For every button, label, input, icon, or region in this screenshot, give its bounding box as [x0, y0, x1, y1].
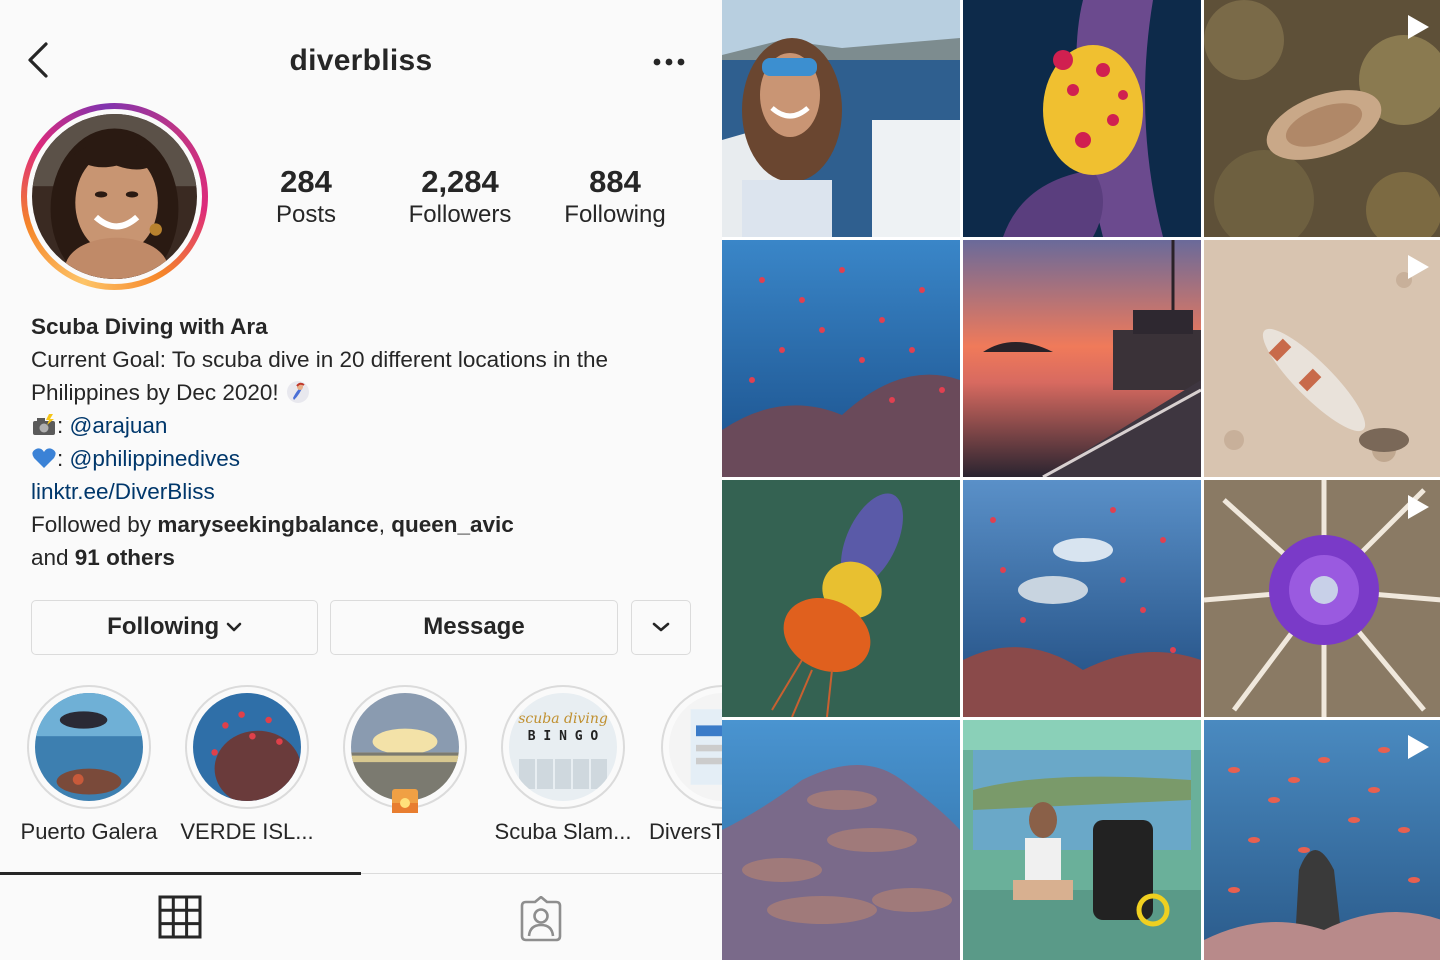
more-options-button[interactable] — [648, 52, 692, 72]
followed-by-comma: , — [378, 512, 392, 537]
bingo-script-text: scuba diving — [518, 711, 608, 727]
highlight-item[interactable]: Puerto Galera — [9, 685, 169, 847]
highlight-label: Scuba Slam... — [494, 819, 632, 844]
tab-posts-grid[interactable] — [0, 872, 361, 959]
more-horizontal-icon — [653, 58, 685, 66]
post-thumbnail[interactable] — [722, 480, 960, 717]
profile-panel: diverbliss 284 Posts 2,284 Followers 884… — [0, 0, 722, 960]
posts-value: 284 — [280, 164, 332, 199]
post-thumbnail[interactable] — [1204, 0, 1440, 237]
post-thumbnail[interactable] — [963, 720, 1201, 960]
blue-heart-emoji-icon — [32, 448, 56, 468]
posts-label: Posts — [275, 201, 337, 228]
grid-icon — [158, 895, 202, 939]
bingo-word-text: B I N G O — [527, 729, 599, 744]
highlight-cover — [351, 693, 459, 801]
post-thumbnail[interactable] — [963, 0, 1201, 237]
posts-count[interactable]: 284 Posts — [246, 164, 366, 230]
highlight-cover: scuba diving B I N G O — [509, 693, 617, 801]
bio-link[interactable]: linktr.ee/DiverBliss — [31, 479, 215, 504]
followed-by-others[interactable]: and 91 others — [31, 541, 691, 574]
tagged-user-icon — [520, 896, 562, 942]
message-button-label: Message — [423, 613, 525, 640]
top-bar: diverbliss — [0, 0, 722, 120]
followers-label: Followers — [408, 201, 512, 228]
bio-separator: : — [57, 413, 70, 438]
highlight-item[interactable]: scuba diving B I N G O Scuba Slam... — [483, 685, 643, 847]
mermaid-emoji-icon — [286, 381, 309, 403]
highlight-cover — [35, 693, 143, 801]
video-play-icon — [1408, 15, 1429, 39]
posts-grid — [722, 0, 1440, 960]
highlight-item[interactable] — [325, 685, 485, 813]
display-name: Scuba Diving with Ara — [31, 314, 268, 339]
highlight-label: VERDE ISL... — [180, 819, 314, 844]
highlight-item[interactable]: VERDE ISL... — [167, 685, 327, 847]
profile-username: diverbliss — [289, 44, 433, 77]
highlight-cover — [193, 693, 301, 801]
highlight-cover — [669, 693, 722, 801]
post-thumbnail[interactable] — [722, 0, 960, 237]
profile-bio: Scuba Diving with Ara Current Goal: To s… — [31, 310, 691, 574]
followed-by-user: queen_avic — [391, 512, 514, 537]
followed-by-others-count: 91 others — [74, 545, 175, 570]
followers-count[interactable]: 2,284 Followers — [390, 164, 530, 230]
post-thumbnail[interactable] — [722, 720, 960, 960]
video-play-icon — [1408, 735, 1429, 759]
post-thumbnail[interactable] — [1204, 240, 1440, 477]
profile-tab-bar — [0, 872, 722, 960]
video-play-icon — [1408, 495, 1429, 519]
post-thumbnail[interactable] — [1204, 720, 1440, 960]
profile-avatar[interactable] — [21, 103, 208, 290]
photo-credit-mention[interactable]: @arajuan — [70, 413, 168, 438]
tab-tagged[interactable] — [361, 874, 722, 960]
camera-flash-emoji-icon — [33, 414, 55, 435]
partner-mention[interactable]: @philippinedives — [70, 446, 240, 471]
followed-by-prefix: Followed by — [31, 512, 158, 537]
post-thumbnail[interactable] — [1204, 480, 1440, 717]
following-button[interactable]: Following — [31, 600, 318, 655]
suggested-accounts-button[interactable] — [631, 600, 691, 655]
video-play-icon — [1408, 255, 1429, 279]
highlight-item[interactable]: DiversT — [641, 685, 722, 847]
following-value: 884 — [589, 164, 641, 199]
post-thumbnail[interactable] — [722, 240, 960, 477]
highlight-label: DiversT — [649, 819, 722, 844]
followed-by-and: and — [31, 545, 75, 570]
following-button-label: Following — [107, 613, 220, 640]
bio-separator: : — [57, 446, 70, 471]
bio-goal: Current Goal: To scuba dive in 20 differ… — [31, 343, 691, 409]
post-thumbnail[interactable] — [963, 240, 1201, 477]
sunrise-emoji-icon — [392, 789, 418, 813]
followed-by[interactable]: Followed by maryseekingbalance, queen_av… — [31, 508, 691, 541]
bio-goal-text: Current Goal: To scuba dive in 20 differ… — [31, 347, 609, 405]
bio-photo-credit: : @arajuan — [31, 409, 691, 442]
chevron-down-icon — [652, 622, 670, 632]
message-button[interactable]: Message — [330, 600, 618, 655]
bio-partner: : @philippinedives — [31, 442, 691, 475]
following-count[interactable]: 884 Following — [552, 164, 678, 230]
followers-value: 2,284 — [421, 164, 499, 199]
avatar-photo — [32, 114, 197, 279]
chevron-down-icon — [226, 622, 242, 632]
following-label: Following — [564, 201, 666, 228]
followed-by-user: maryseekingbalance — [157, 512, 379, 537]
post-thumbnail[interactable] — [963, 480, 1201, 717]
story-highlights: Puerto Galera VERDE ISL... scuba diving … — [0, 685, 722, 855]
highlight-label: Puerto Galera — [20, 819, 158, 844]
